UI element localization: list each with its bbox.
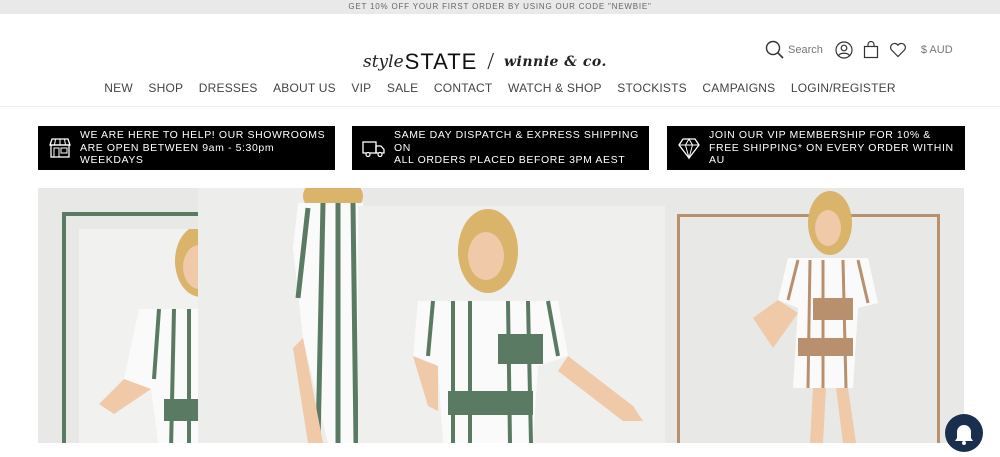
truck-icon (362, 141, 385, 158)
nav-item-about-us[interactable]: ABOUT US (273, 81, 336, 95)
model-figure-3 (413, 209, 643, 443)
promo-shipping[interactable]: SAME DAY DISPATCH & EXPRESS SHIPPING ON … (352, 126, 649, 170)
wishlist-button[interactable] (889, 42, 907, 58)
account-button[interactable] (835, 41, 853, 59)
main-nav: NEW SHOP DRESSES ABOUT US VIP SALE CONTA… (0, 81, 1000, 95)
announcement-bar: GET 10% OFF YOUR FIRST ORDER BY USING OU… (0, 0, 1000, 14)
search-icon (765, 40, 784, 59)
promo-shipping-line1: SAME DAY DISPATCH & EXPRESS SHIPPING ON (394, 129, 639, 154)
store-icon (49, 138, 71, 158)
search-button[interactable]: Search (765, 40, 823, 60)
logo-style-text: style (363, 52, 404, 72)
model-figure-2 (293, 188, 363, 443)
hero-photo-model-4 (718, 188, 938, 443)
hero-photo-model-2 (198, 188, 363, 443)
hero-banner[interactable] (38, 188, 964, 443)
nav-item-watch-shop[interactable]: WATCH & SHOP (508, 81, 602, 95)
nav-item-sale[interactable]: SALE (387, 81, 419, 95)
promo-showroom-line1: WE ARE HERE TO HELP! OUR SHOWROOMS (80, 129, 326, 142)
promo-vip-line1: JOIN OUR VIP MEMBERSHIP FOR 10% & (709, 129, 931, 142)
diamond-icon (678, 138, 700, 160)
model-figure-4 (753, 191, 878, 443)
heart-icon (889, 42, 906, 58)
cart-button[interactable] (863, 41, 879, 59)
nav-item-vip[interactable]: VIP (351, 81, 371, 95)
currency-selector[interactable]: $ AUD (921, 44, 953, 56)
header-utilities: Search $ AUD (765, 40, 953, 60)
bag-icon (863, 41, 878, 59)
nav-item-dresses[interactable]: DRESSES (199, 81, 258, 95)
logo-winnie-text: winnie & co. (503, 54, 607, 70)
promo-shipping-line2: ALL ORDERS PLACED BEFORE 3PM AEST (394, 154, 626, 167)
account-icon (835, 41, 853, 59)
nav-item-shop[interactable]: SHOP (148, 81, 183, 95)
search-label: Search (788, 44, 823, 56)
nav-item-login-register[interactable]: LOGIN/REGISTER (791, 81, 896, 95)
nav-divider (0, 106, 1000, 107)
logo-divider: / (487, 48, 494, 75)
promo-vip-line2: FREE SHIPPING* ON EVERY ORDER WITHIN AU (709, 141, 954, 167)
logo-state-text: STATE (404, 49, 478, 74)
bell-icon (955, 425, 973, 445)
announcement-text: GET 10% OFF YOUR FIRST ORDER BY USING OU… (348, 2, 652, 11)
chat-button[interactable] (945, 414, 983, 452)
nav-item-campaigns[interactable]: CAMPAIGNS (702, 81, 775, 95)
nav-item-contact[interactable]: CONTACT (434, 81, 493, 95)
nav-item-new[interactable]: NEW (104, 81, 133, 95)
promo-showroom[interactable]: WE ARE HERE TO HELP! OUR SHOWROOMS ARE O… (38, 126, 335, 170)
site-logo[interactable]: style STATE / winnie & co. (363, 48, 653, 75)
promo-showroom-line2: ARE OPEN BETWEEN 9am - 5:30pm WEEKDAYS (80, 141, 275, 167)
hero-photo-model-3 (358, 206, 665, 443)
nav-item-stockists[interactable]: STOCKISTS (617, 81, 687, 95)
promo-vip[interactable]: JOIN OUR VIP MEMBERSHIP FOR 10% & FREE S… (667, 126, 965, 170)
